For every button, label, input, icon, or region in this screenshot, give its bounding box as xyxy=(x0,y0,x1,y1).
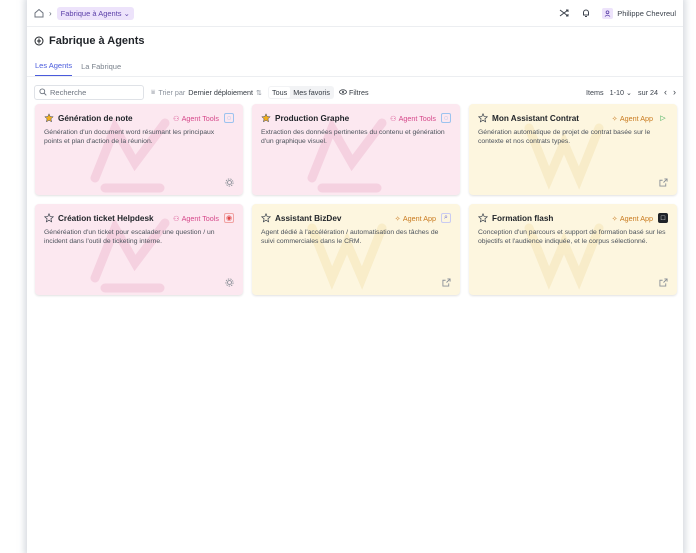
card-title: Génération de note xyxy=(58,113,133,123)
pagination: Items 1-10 ⌄ sur 24 ‹ › xyxy=(586,87,676,97)
app-window: › Fabrique à Agents ⌄ Philippe Chevreul … xyxy=(27,0,683,553)
agent-factory-icon xyxy=(34,36,44,46)
star-filled-icon[interactable] xyxy=(44,113,54,123)
card-description: Extraction des données pertinentes du co… xyxy=(261,129,445,145)
badge-label: Agent Tools xyxy=(181,113,219,123)
card-description: Agent dédié à l'accélération / automatis… xyxy=(261,229,439,245)
star-outline-icon[interactable] xyxy=(478,213,488,223)
sort-prefix: Trier par xyxy=(158,87,186,97)
star-outline-icon[interactable] xyxy=(44,213,54,223)
tab-la-fabrique[interactable]: La Fabrique xyxy=(81,56,121,76)
search-icon xyxy=(39,88,47,96)
sparkle-icon: ✧ xyxy=(611,213,618,223)
card-title: Assistant BizDev xyxy=(275,213,342,223)
header-actions: Philippe Chevreul xyxy=(558,7,676,19)
shuffle-icon[interactable] xyxy=(558,7,570,19)
gear-icon[interactable] xyxy=(224,177,234,187)
user-name: Philippe Chevreul xyxy=(617,8,676,18)
copilot-icon: ◌ xyxy=(441,113,451,123)
agent-type-badge: ✧ Agent App ⌕ xyxy=(395,213,451,223)
badge-label: Agent App xyxy=(402,213,436,223)
sparkle-icon: ✧ xyxy=(611,113,618,123)
card-title: Création ticket Helpdesk xyxy=(58,213,154,223)
robot-icon: ⚇ xyxy=(173,213,180,223)
search-placeholder: Recherche xyxy=(50,87,87,97)
sparkle-icon: ✧ xyxy=(394,213,401,223)
prev-page-icon[interactable]: ‹ xyxy=(664,87,667,97)
filter-favorites-button[interactable]: Mes favoris xyxy=(290,87,333,98)
external-link-icon[interactable] xyxy=(658,177,668,187)
items-total: sur 24 xyxy=(638,87,658,97)
tab-bar: Les Agents La Fabrique xyxy=(27,56,683,77)
agent-type-badge: ⚇ Agent Tools ◌ xyxy=(173,113,234,123)
square-icon: □ xyxy=(658,213,668,223)
agent-card[interactable]: Mon Assistant Contrat ✧ Agent App ▷ Géné… xyxy=(469,104,677,195)
external-link-icon[interactable] xyxy=(441,277,451,287)
sort-direction-icon: ⇅ xyxy=(256,87,263,97)
filters-button[interactable]: Filtres xyxy=(339,88,369,97)
agent-card[interactable]: Production Graphe ⚇ Agent Tools ◌ Extrac… xyxy=(252,104,460,195)
badge-label: Agent App xyxy=(619,213,653,223)
items-range-select[interactable]: 1-10 ⌄ xyxy=(610,88,632,97)
search-input[interactable]: Recherche xyxy=(34,84,144,100)
badge-label: Agent Tools xyxy=(398,113,436,123)
card-description: Conception d'un parcours et support de f… xyxy=(478,229,666,245)
top-bar: › Fabrique à Agents ⌄ Philippe Chevreul xyxy=(27,0,683,27)
user-icon xyxy=(602,7,614,19)
sort-control[interactable]: ⩸ Trier par Dernier déploiement ⇅ xyxy=(151,87,262,97)
agent-card[interactable]: Génération de note ⚇ Agent Tools ◌ Génér… xyxy=(35,104,243,195)
next-page-icon[interactable]: › xyxy=(673,87,676,97)
star-filled-icon[interactable] xyxy=(261,113,271,123)
card-title: Formation flash xyxy=(492,213,554,223)
card-description: Génération automatique de projet de cont… xyxy=(478,129,651,145)
chevron-down-icon: ⌄ xyxy=(625,87,633,97)
page-title: Fabrique à Agents xyxy=(27,30,683,52)
filters-label: Filtres xyxy=(348,87,369,97)
target-icon: ◉ xyxy=(224,213,234,223)
badge-label: Agent Tools xyxy=(181,213,219,223)
filter-all-button[interactable]: Tous xyxy=(269,86,291,98)
eye-icon xyxy=(339,89,347,95)
card-title: Production Graphe xyxy=(275,113,350,123)
home-icon[interactable] xyxy=(34,8,44,18)
breadcrumb-current[interactable]: Fabrique à Agents ⌄ xyxy=(56,6,134,20)
page-title-text: Fabrique à Agents xyxy=(49,35,145,47)
filter-lines-icon: ⩸ xyxy=(151,87,156,96)
card-title: Mon Assistant Contrat xyxy=(492,113,580,123)
star-outline-icon[interactable] xyxy=(261,213,271,223)
agent-type-badge: ✧ Agent App ▷ xyxy=(612,113,668,123)
items-label: Items xyxy=(586,87,604,97)
list-toolbar: Recherche ⩸ Trier par Dernier déploiemen… xyxy=(27,82,683,102)
breadcrumb: › Fabrique à Agents ⌄ xyxy=(34,6,134,20)
search-icon: ⌕ xyxy=(441,213,451,223)
notification-icon[interactable] xyxy=(580,7,592,19)
agent-type-badge: ⚇ Agent Tools ◉ xyxy=(173,213,234,223)
agent-card[interactable]: Assistant BizDev ✧ Agent App ⌕ Agent déd… xyxy=(252,204,460,295)
star-outline-icon[interactable] xyxy=(478,113,488,123)
external-link-icon[interactable] xyxy=(658,277,668,287)
copilot-icon: ◌ xyxy=(224,113,234,123)
tab-les-agents[interactable]: Les Agents xyxy=(35,56,73,76)
scope-toggle: Tous Mes favoris xyxy=(268,85,334,99)
gear-icon[interactable] xyxy=(224,277,234,287)
agent-type-badge: ⚇ Agent Tools ◌ xyxy=(390,113,451,123)
card-description: Génération d'un document word résumant l… xyxy=(44,129,215,145)
breadcrumb-current-label: Fabrique à Agents xyxy=(60,8,122,18)
agent-card[interactable]: Formation flash ✧ Agent App □ Conception… xyxy=(469,204,677,295)
agent-grid: Génération de note ⚇ Agent Tools ◌ Génér… xyxy=(35,104,677,295)
badge-label: Agent App xyxy=(619,113,653,123)
play-icon: ▷ xyxy=(658,113,668,123)
robot-icon: ⚇ xyxy=(390,113,397,123)
agent-type-badge: ✧ Agent App □ xyxy=(612,213,668,223)
chevron-right-icon: › xyxy=(49,8,52,18)
sort-value: Dernier déploiement xyxy=(188,87,253,97)
user-menu[interactable]: Philippe Chevreul xyxy=(602,7,676,19)
card-description: Généréation d'un ticket pour escalader u… xyxy=(44,229,215,245)
items-range: 1-10 xyxy=(609,87,624,97)
robot-icon: ⚇ xyxy=(173,113,180,123)
agent-card[interactable]: Création ticket Helpdesk ⚇ Agent Tools ◉… xyxy=(35,204,243,295)
chevron-down-icon: ⌄ xyxy=(123,8,130,18)
